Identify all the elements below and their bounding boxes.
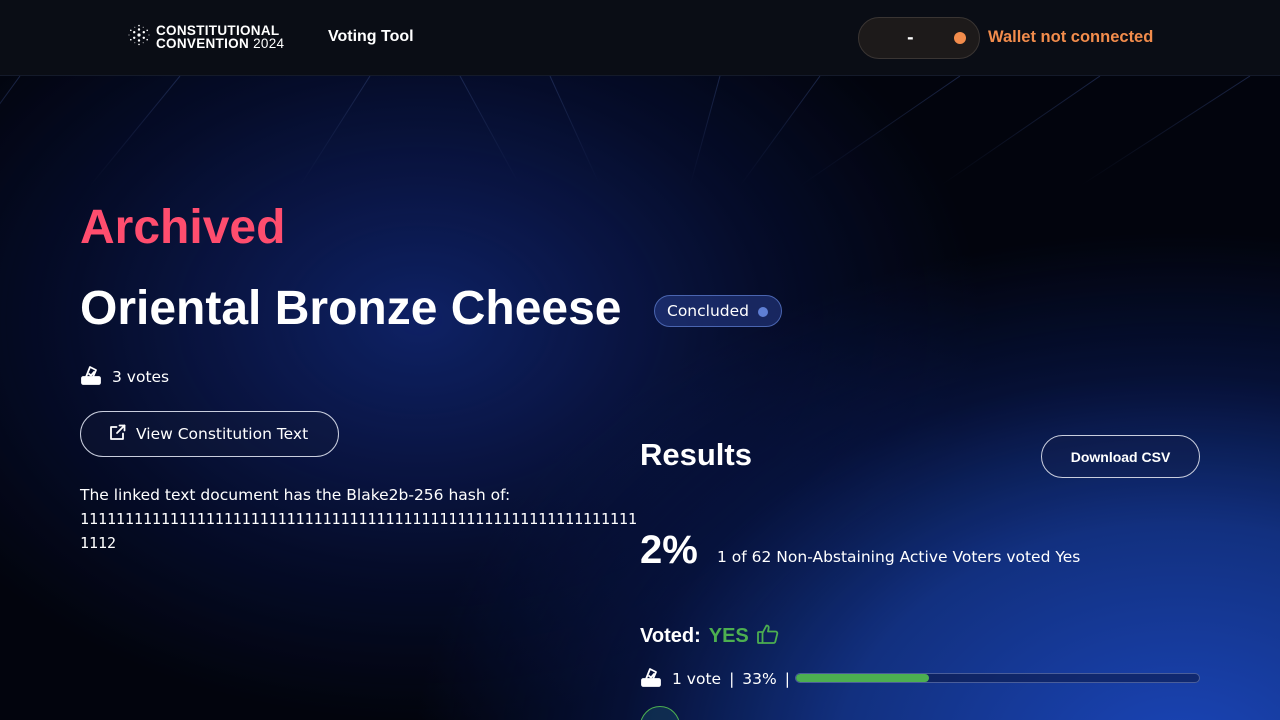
view-constitution-label: View Constitution Text [136, 425, 309, 443]
voted-value: YES [708, 624, 749, 647]
voter-avatar[interactable] [640, 706, 680, 720]
stat-separator: | [784, 670, 790, 688]
yes-vote-count: 1 vote [672, 670, 722, 688]
ballot-box-icon [640, 666, 662, 692]
status-badge: Concluded [654, 295, 782, 327]
wallet-status-dot [954, 32, 966, 44]
logo-line-2-text: CONVENTION [156, 36, 250, 51]
hash-value: 1111111111111111111111111111111111111111… [80, 510, 637, 552]
logo-year: 2024 [253, 36, 285, 51]
hash-info: The linked text document has the Blake2b… [80, 483, 640, 555]
view-constitution-button[interactable]: View Constitution Text [80, 411, 339, 457]
yes-summary: 1 of 62 Non-Abstaining Active Voters vot… [717, 548, 1081, 566]
wallet-status-text: Wallet not connected [988, 28, 1154, 46]
top-nav: CONSTITUTIONAL CONVENTION 2024 Voting To… [0, 0, 1280, 76]
stat-separator: | [729, 670, 735, 688]
results-heading: Results [640, 437, 752, 472]
logo-line-2: CONVENTION 2024 [156, 36, 285, 51]
status-badge-dot [758, 307, 768, 317]
wallet-value: - [907, 28, 914, 47]
thumbs-up-icon [756, 622, 780, 650]
hash-intro-text: The linked text document has the Blake2b… [80, 486, 511, 504]
yes-progress-bar [795, 673, 1200, 683]
download-csv-button[interactable]: Download CSV [1041, 435, 1200, 478]
cardano-logo-icon [128, 24, 150, 50]
ballot-box-icon [80, 364, 102, 390]
voted-label: Voted: [640, 624, 701, 647]
proposal-title: Oriental Bronze Cheese [80, 282, 622, 335]
yes-vote-stats: 1 vote | 33% | [640, 666, 798, 692]
yes-progress-fill [796, 674, 929, 682]
proposal-state-label: Archived [80, 201, 286, 254]
external-link-icon [108, 423, 127, 446]
yes-vote-share: 33% [742, 670, 777, 688]
status-badge-label: Concluded [667, 302, 749, 320]
site-logo[interactable]: CONSTITUTIONAL CONVENTION 2024 [128, 24, 284, 50]
voted-row: Voted: YES [640, 622, 780, 650]
yes-percentage: 2% [640, 528, 698, 572]
vote-count-row: 3 votes [80, 364, 169, 390]
decorative-grid [0, 76, 1280, 186]
vote-count-text: 3 votes [112, 368, 170, 386]
wallet-button[interactable]: - [858, 17, 980, 59]
logo-wordmark: CONSTITUTIONAL CONVENTION 2024 [156, 24, 285, 51]
nav-voting-tool[interactable]: Voting Tool [328, 28, 414, 46]
